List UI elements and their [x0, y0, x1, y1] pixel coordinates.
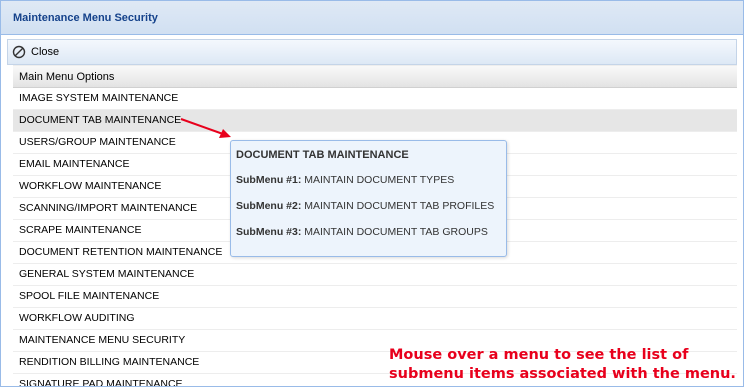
table-row[interactable]: WORKFLOW AUDITING	[13, 308, 737, 330]
table-row[interactable]: IMAGE SYSTEM MAINTENANCE	[13, 88, 737, 110]
submenu-label: SubMenu #1:	[236, 174, 302, 186]
tooltip-submenu-3: SubMenu #3: MAINTAIN DOCUMENT TAB GROUPS	[236, 226, 488, 238]
submenu-tooltip: DOCUMENT TAB MAINTENANCE SubMenu #1: MAI…	[230, 140, 507, 257]
annotation-line-1: Mouse over a menu to see the list of	[389, 347, 689, 363]
tooltip-title: DOCUMENT TAB MAINTENANCE	[236, 149, 409, 161]
submenu-label: SubMenu #2:	[236, 200, 302, 212]
close-button[interactable]: Close	[12, 42, 59, 62]
window-title: Maintenance Menu Security	[13, 12, 158, 24]
tooltip-submenu-1: SubMenu #1: MAINTAIN DOCUMENT TYPES	[236, 174, 454, 186]
close-icon	[12, 45, 26, 59]
table-row[interactable]: GENERAL SYSTEM MAINTENANCE	[13, 264, 737, 286]
submenu-value: MAINTAIN DOCUMENT TYPES	[304, 174, 455, 186]
table-row[interactable]: SPOOL FILE MAINTENANCE	[13, 286, 737, 308]
annotation-line-2: submenu items associated with the menu.	[389, 366, 736, 382]
close-label: Close	[31, 46, 60, 58]
submenu-label: SubMenu #3:	[236, 226, 302, 238]
submenu-value: MAINTAIN DOCUMENT TAB PROFILES	[304, 200, 495, 212]
tooltip-submenu-2: SubMenu #2: MAINTAIN DOCUMENT TAB PROFIL…	[236, 200, 494, 212]
title-bar: Maintenance Menu Security	[1, 1, 743, 35]
maintenance-menu-security-window: Maintenance Menu Security Close Main Men…	[0, 0, 744, 387]
column-header-main-menu-options: Main Menu Options	[19, 71, 115, 83]
toolbar: Close	[7, 39, 737, 65]
table-row[interactable]: DOCUMENT TAB MAINTENANCE	[13, 110, 737, 132]
grid-column-header[interactable]: Main Menu Options	[13, 65, 737, 88]
submenu-value: MAINTAIN DOCUMENT TAB GROUPS	[304, 226, 488, 238]
annotation-note: Mouse over a menu to see the list of sub…	[389, 346, 736, 384]
